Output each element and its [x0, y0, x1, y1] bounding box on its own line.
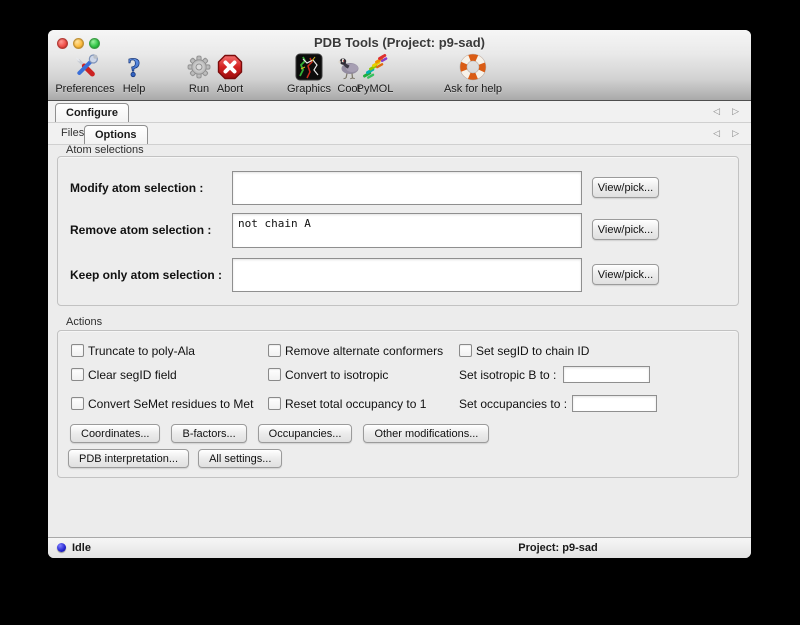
toolbar-button-ask-for-help[interactable]: Ask for help — [444, 53, 502, 95]
toolbar-label: Run — [189, 83, 209, 95]
checkbox-convert-to-isotropic[interactable] — [268, 368, 281, 381]
modify-atom-selection-input[interactable] — [232, 171, 582, 205]
label-remove-alternate-conformers: Remove alternate conformers — [285, 344, 443, 358]
other-modifications-button[interactable]: Other modifications... — [363, 424, 489, 443]
group-title-atom-selections: Atom selections — [66, 144, 144, 156]
tab-bar-main: Configure ◁ ▷ — [48, 101, 751, 123]
crossed-tools-icon — [71, 53, 99, 81]
label-modify-atom-selection: Modify atom selection : — [70, 181, 203, 195]
molecule-viewer-icon — [295, 53, 323, 81]
toolbar-button-abort[interactable]: Abort — [216, 53, 244, 95]
close-window-button[interactable] — [57, 38, 68, 49]
tab-files[interactable]: Files — [61, 127, 84, 139]
b-factors-button[interactable]: B-factors... — [171, 424, 246, 443]
set-isotropic-b-input[interactable] — [563, 366, 650, 383]
toolbar-label: Abort — [217, 83, 243, 95]
toolbar-button-run[interactable]: Run — [185, 53, 213, 95]
checkbox-clear-segid-field[interactable] — [71, 368, 84, 381]
pdb-interpretation-button[interactable]: PDB interpretation... — [68, 449, 189, 468]
gear-icon — [185, 53, 213, 81]
toolbar-label: Graphics — [287, 83, 331, 95]
checkbox-convert-semet-to-met[interactable] — [71, 397, 84, 410]
checkbox-reset-total-occupancy[interactable] — [268, 397, 281, 410]
action-buttons-row-2: PDB interpretation... All settings... — [68, 449, 282, 468]
svg-text:?: ? — [127, 53, 141, 81]
tab-label: Configure — [66, 107, 118, 119]
keep-only-atom-selection-input[interactable] — [232, 258, 582, 292]
tab-label: Options — [95, 129, 137, 141]
title-bar: PDB Tools (Project: p9-sad) Preferences … — [48, 30, 751, 101]
tab-scroll-left-icon[interactable]: ◁ — [713, 107, 720, 116]
status-indicator-icon — [57, 543, 66, 552]
tab-scroll-left-icon[interactable]: ◁ — [713, 129, 720, 138]
label-keep-only-atom-selection: Keep only atom selection : — [70, 268, 222, 282]
label-set-isotropic-b-to: Set isotropic B to : — [459, 368, 556, 382]
lifebuoy-icon — [459, 53, 487, 81]
label-clear-segid-field: Clear segID field — [88, 368, 177, 382]
label-convert-to-isotropic: Convert to isotropic — [285, 368, 388, 382]
toolbar-button-graphics[interactable]: Graphics — [287, 53, 331, 95]
group-title-actions: Actions — [66, 316, 102, 328]
app-window: PDB Tools (Project: p9-sad) Preferences … — [48, 30, 751, 558]
label-truncate-to-poly-ala: Truncate to poly-Ala — [88, 344, 195, 358]
toolbar-label: PyMOL — [357, 83, 394, 95]
label-remove-atom-selection: Remove atom selection : — [70, 223, 211, 237]
tab-configure[interactable]: Configure — [55, 103, 129, 122]
tab-scroll-controls: ◁ ▷ — [713, 123, 739, 144]
blue-question-mark-icon: ? — [120, 53, 148, 81]
all-settings-button[interactable]: All settings... — [198, 449, 282, 468]
project-label: Project: p9-sad — [458, 542, 658, 554]
view-pick-button-remove[interactable]: View/pick... — [592, 219, 659, 240]
toolbar-button-preferences[interactable]: Preferences — [55, 53, 114, 95]
checkbox-truncate-to-poly-ala[interactable] — [71, 344, 84, 357]
toolbar-button-pymol[interactable]: PyMOL — [357, 53, 394, 95]
action-buttons-row-1: Coordinates... B-factors... Occupancies.… — [70, 424, 489, 443]
checkbox-set-segid-to-chain-id[interactable] — [459, 344, 472, 357]
label-set-segid-to-chain-id: Set segID to chain ID — [476, 344, 589, 358]
rainbow-ribbon-icon — [361, 53, 389, 81]
label-convert-semet-to-met: Convert SeMet residues to Met — [88, 397, 253, 411]
label-reset-total-occupancy: Reset total occupancy to 1 — [285, 397, 426, 411]
tab-scroll-controls: ◁ ▷ — [713, 101, 739, 122]
toolbar-label: Preferences — [55, 83, 114, 95]
zoom-window-button[interactable] — [89, 38, 100, 49]
status-bar: Idle Project: p9-sad — [48, 537, 751, 558]
view-pick-button-keep-only[interactable]: View/pick... — [592, 264, 659, 285]
tab-options[interactable]: Options — [84, 125, 148, 144]
set-occupancies-input[interactable] — [572, 395, 657, 412]
toolbar-label: Help — [123, 83, 146, 95]
toolbar-label: Ask for help — [444, 83, 502, 95]
tab-scroll-right-icon[interactable]: ▷ — [732, 129, 739, 138]
tab-bar-sub: Files Options ◁ ▷ — [48, 123, 751, 145]
status-text: Idle — [72, 542, 91, 554]
label-set-occupancies-to: Set occupancies to : — [459, 397, 567, 411]
tab-scroll-right-icon[interactable]: ▷ — [732, 107, 739, 116]
occupancies-button[interactable]: Occupancies... — [258, 424, 353, 443]
toolbar-button-help[interactable]: ? Help — [120, 53, 148, 95]
window-title: PDB Tools (Project: p9-sad) — [108, 35, 691, 51]
checkbox-remove-alternate-conformers[interactable] — [268, 344, 281, 357]
view-pick-button-modify[interactable]: View/pick... — [592, 177, 659, 198]
remove-atom-selection-input[interactable]: not chain A — [232, 213, 582, 248]
coordinates-button[interactable]: Coordinates... — [70, 424, 160, 443]
red-octagon-x-icon — [216, 53, 244, 81]
minimize-window-button[interactable] — [73, 38, 84, 49]
